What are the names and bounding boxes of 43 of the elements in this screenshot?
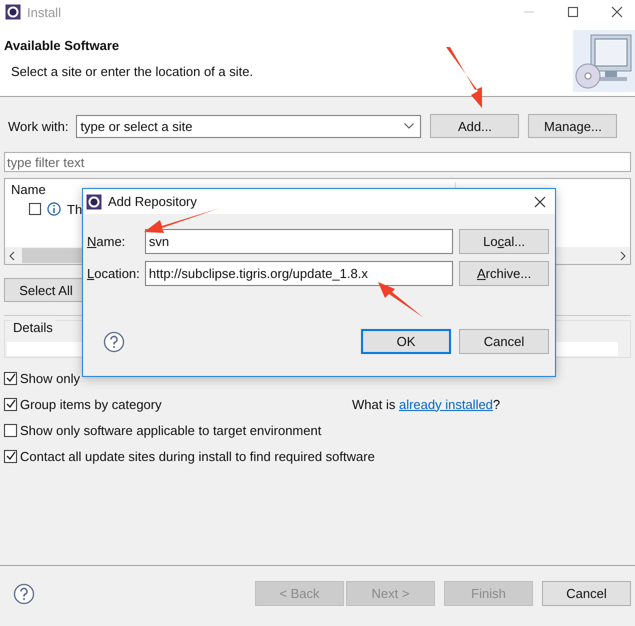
chevron-down-icon (404, 123, 414, 129)
maximize-icon[interactable] (567, 6, 579, 18)
annotation-arrow (444, 45, 484, 110)
checkbox[interactable] (29, 203, 41, 215)
help-icon[interactable] (103, 330, 125, 352)
scroll-left-icon[interactable] (9, 250, 15, 260)
eclipse-icon (5, 4, 21, 20)
info-icon (47, 202, 61, 216)
checkbox[interactable] (4, 424, 17, 436)
details-label: Details (11, 320, 55, 335)
dialog-title: Add Repository (108, 194, 197, 209)
dialog-button[interactable]: OK (361, 329, 451, 354)
already-installed-link[interactable]: already installed (398, 396, 493, 412)
filter-field[interactable]: type filter text (4, 152, 631, 172)
checkbox-label[interactable]: Group items by category (20, 396, 162, 412)
site-dropdown[interactable]: type or select a site (76, 114, 422, 138)
close-icon[interactable] (534, 196, 546, 208)
checkbox-label[interactable]: Show only software applicable to target environment (20, 422, 322, 438)
page-subtitle: Select a site or enter the location of a site. (11, 64, 254, 79)
already-installed-text: What is already installed? (352, 396, 500, 412)
field-label: Location: (87, 266, 141, 281)
add-button[interactable]: Add... (430, 114, 520, 138)
scroll-right-icon[interactable] (620, 250, 626, 260)
browse-button[interactable]: Archive... (459, 261, 549, 286)
manage-button[interactable]: Manage... (528, 114, 618, 138)
window-title: Install (27, 4, 61, 20)
text-field[interactable]: http://subclipse.tigris.org/update_1.8.x (144, 261, 454, 286)
tree-item[interactable]: Th (67, 202, 82, 216)
eclipse-icon (86, 194, 102, 210)
work-with-label: Work with: (8, 118, 68, 134)
close-icon[interactable] (611, 6, 623, 18)
field-label: Name: (87, 234, 126, 249)
browse-button[interactable]: Local... (459, 229, 549, 254)
page-title: Available Software (4, 38, 120, 53)
dialog-button[interactable]: Cancel (459, 329, 549, 354)
checkbox-label[interactable]: Show only (20, 370, 80, 386)
wizard-button[interactable]: Cancel (542, 581, 631, 606)
text-field[interactable]: svn (144, 229, 454, 254)
checkbox[interactable] (4, 398, 17, 410)
checkbox[interactable] (4, 450, 17, 462)
checkbox[interactable] (4, 372, 17, 384)
help-icon[interactable] (13, 582, 35, 604)
checkbox-label[interactable]: Contact all update sites during install to find required software (20, 448, 375, 464)
